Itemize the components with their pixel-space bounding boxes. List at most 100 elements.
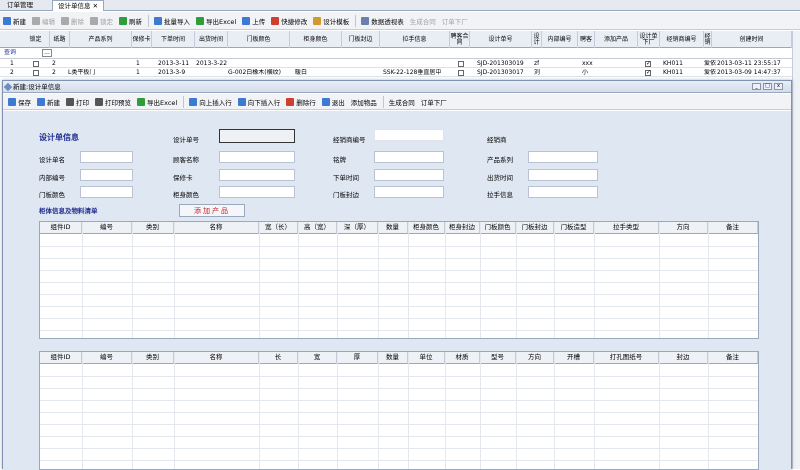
lock-checkbox[interactable] xyxy=(33,61,39,67)
table-col-header[interactable]: 厚 xyxy=(337,352,378,364)
upload-button[interactable]: 上传 xyxy=(242,16,265,26)
material-table[interactable]: 组件ID 编号 类别 名称长宽厚数量 单位 材质 型号 方向 开槽 打孔图纸号 封边 备注 xyxy=(39,351,759,470)
warranty-input[interactable] xyxy=(219,169,295,181)
refresh-button[interactable]: 刷新 xyxy=(119,16,142,26)
grid-col-header[interactable]: 经销 xyxy=(704,31,712,48)
grid-col-header[interactable]: 出货时间 xyxy=(195,31,228,48)
table-col-header[interactable]: 方向 xyxy=(659,222,708,234)
table-col-header[interactable]: 开槽 xyxy=(554,352,594,364)
table-col-header[interactable]: 宽 xyxy=(298,352,337,364)
action-button[interactable]: 订单下厂 xyxy=(442,16,468,26)
grid-col-header[interactable]: 锁定 xyxy=(22,31,50,48)
table-col-header[interactable]: 组件ID xyxy=(40,352,82,364)
close-button[interactable]: x xyxy=(774,83,783,90)
contract-checkbox[interactable] xyxy=(458,70,464,76)
action-button[interactable]: 生成合同 xyxy=(410,16,436,26)
maximize-button[interactable]: □ xyxy=(763,83,772,90)
ship-time-input[interactable] xyxy=(528,169,598,181)
table-col-header[interactable]: 柜身颜色 xyxy=(408,222,445,234)
cabinet-table[interactable]: 组件ID 编号 类别 名称 宽（长） 高（宽） 深（厚） 数量 柜身颜色 柜身封边 门板颜色 门板封边… xyxy=(39,221,759,339)
action-button[interactable]: 生成合同 xyxy=(389,97,415,107)
table-col-header[interactable]: 类别 xyxy=(132,352,174,364)
vertical-scrollbar[interactable] xyxy=(792,31,800,469)
grid-col-header[interactable]: 门板封边 xyxy=(342,31,380,48)
table-col-header[interactable]: 宽（长） xyxy=(259,222,298,234)
table-col-header[interactable]: 长 xyxy=(259,352,298,364)
table-col-header[interactable]: 编号 xyxy=(82,222,132,234)
door-color-input[interactable] xyxy=(80,186,133,198)
order-time-input[interactable] xyxy=(374,169,444,181)
grid-col-header[interactable]: 添加产品 xyxy=(595,31,638,48)
door-edge-input[interactable] xyxy=(374,186,444,198)
body-color-input[interactable] xyxy=(219,186,295,198)
pivot-button[interactable]: 数据透视表 xyxy=(361,16,404,26)
table-col-header[interactable]: 拉手类型 xyxy=(594,222,659,234)
query-button[interactable]: ... xyxy=(42,49,52,57)
grid-col-header[interactable]: 设计 xyxy=(532,31,542,48)
table-row[interactable]: 2 2 L类平板门 1 2013-3-9 G-002白橡木(横纹) 暖白 SSK-22-128… xyxy=(0,69,800,77)
lock-checkbox[interactable] xyxy=(33,70,39,76)
grid-col-header[interactable]: 门板颜色 xyxy=(228,31,290,48)
delete-row-button[interactable]: 删除行 xyxy=(286,97,316,107)
grid-col-header[interactable]: 聘客 xyxy=(578,31,595,48)
inner-no-input[interactable] xyxy=(80,169,133,181)
import-button[interactable]: 批量导入 xyxy=(154,16,190,26)
grid-col-header[interactable]: 内部编号 xyxy=(542,31,578,48)
table-col-header[interactable]: 高（宽） xyxy=(298,222,337,234)
excel-button[interactable]: 导出Excel xyxy=(196,16,236,26)
table-col-header[interactable]: 门板颜色 xyxy=(480,222,516,234)
brand-input[interactable] xyxy=(374,151,444,163)
print-button[interactable]: 打印 xyxy=(66,97,89,107)
table-col-header[interactable]: 柜身封边 xyxy=(445,222,480,234)
design-no-input[interactable] xyxy=(219,129,295,143)
table-col-header[interactable]: 打孔图纸号 xyxy=(594,352,659,364)
grid-col-header[interactable]: 柜身颜色 xyxy=(290,31,342,48)
grid-col-header[interactable]: 创建时间 xyxy=(712,31,792,48)
excel-button[interactable]: 导出Excel xyxy=(137,97,177,107)
table-col-header[interactable]: 门板封边 xyxy=(516,222,554,234)
grid-col-header[interactable]: 经销商编号 xyxy=(660,31,704,48)
new-button[interactable]: 新建 xyxy=(3,16,26,26)
table-col-header[interactable]: 编号 xyxy=(82,352,132,364)
grid-col-header[interactable]: 保修卡 xyxy=(132,31,152,48)
grid-col-header[interactable]: 设计单下厂 xyxy=(638,31,660,48)
table-col-header[interactable]: 备注 xyxy=(708,352,758,364)
insert-down-button[interactable]: 向下插入行 xyxy=(237,97,280,107)
design-name-input[interactable] xyxy=(80,151,133,163)
table-col-header[interactable]: 名称 xyxy=(174,352,259,364)
table-col-header[interactable]: 组件ID xyxy=(40,222,82,234)
series-input[interactable] xyxy=(528,151,598,163)
quick-edit-button[interactable]: 快捷修改 xyxy=(271,16,307,26)
dealer-no-input[interactable] xyxy=(374,129,444,141)
grid-col-header[interactable]: 下单时间 xyxy=(152,31,195,48)
table-col-header[interactable]: 备注 xyxy=(708,222,758,234)
table-col-header[interactable]: 方向 xyxy=(516,352,554,364)
grid-col-header[interactable]: 聘客合同 xyxy=(450,31,470,48)
handle-input[interactable] xyxy=(528,186,598,198)
edit-button[interactable]: 编辑 xyxy=(32,16,55,26)
delete-button[interactable]: 删除 xyxy=(61,16,84,26)
new-button[interactable]: 新建 xyxy=(37,97,60,107)
table-col-header[interactable]: 深（厚） xyxy=(337,222,378,234)
factory-checkbox[interactable] xyxy=(645,60,651,67)
insert-up-button[interactable]: 向上插入行 xyxy=(189,97,232,107)
contract-checkbox[interactable] xyxy=(458,61,464,67)
action-button[interactable]: 订单下厂 xyxy=(421,97,447,107)
minimize-button[interactable]: _ xyxy=(752,83,761,90)
grid-col-header[interactable]: 拉手信息 xyxy=(380,31,450,48)
table-col-header[interactable]: 数量 xyxy=(378,222,408,234)
table-col-header[interactable]: 材质 xyxy=(445,352,480,364)
template-button[interactable]: 设计模板 xyxy=(313,16,349,26)
print-preview-button[interactable]: 打印预览 xyxy=(95,97,131,107)
grid-col-header[interactable]: 纸路 xyxy=(50,31,70,48)
table-row[interactable]: 1 2 1 2013-3-11 2013-3-22 SJD-201303019 zf xxx K… xyxy=(0,60,800,68)
grid-col-header[interactable]: 产品系列 xyxy=(70,31,132,48)
exit-button[interactable]: 退出 xyxy=(321,97,345,107)
table-col-header[interactable]: 数量 xyxy=(378,352,408,364)
save-button[interactable]: 保存 xyxy=(8,97,31,107)
close-icon[interactable]: ✕ xyxy=(93,2,98,10)
tab-design-info[interactable]: 设计单信息 ✕ xyxy=(52,0,105,11)
lock-button[interactable]: 锁定 xyxy=(90,16,113,26)
factory-checkbox[interactable] xyxy=(645,69,651,76)
grid-col-header[interactable]: 设计单号 xyxy=(470,31,532,48)
